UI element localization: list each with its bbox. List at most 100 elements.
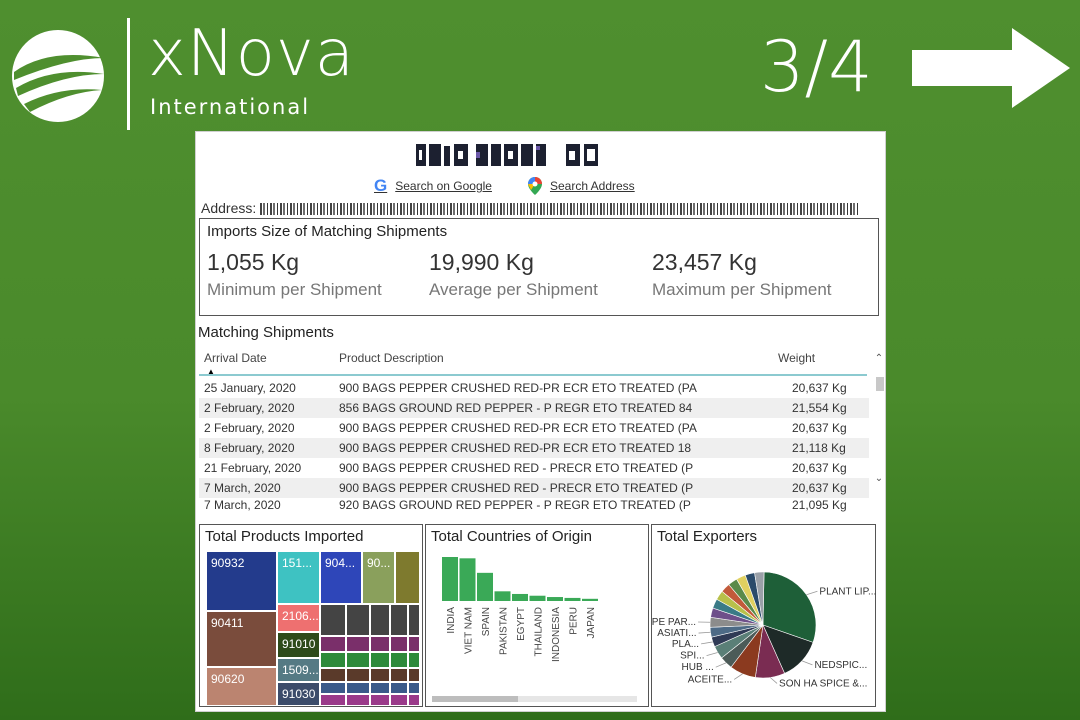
cell-weight: 20,637 Kg — [792, 381, 847, 395]
cell-weight: 20,637 Kg — [792, 461, 847, 475]
table-row[interactable]: 2 February, 2020 856 BAGS GROUND RED PEP… — [199, 398, 869, 418]
exporters-panel: Total Exporters PLANT LIP... NEDSPIC... SO… — [651, 524, 876, 707]
countries-title: Total Countries of Origin — [431, 528, 592, 545]
bar-label: VIET NAM — [464, 607, 475, 654]
kpi-maximum: 23,457 Kg Maximum per Shipment — [652, 249, 832, 300]
search-google-link[interactable]: G Search on Google — [374, 176, 492, 196]
treemap-tile[interactable]: 2106... — [278, 605, 319, 631]
shipments-title: Matching Shipments — [198, 324, 334, 341]
treemap-tile[interactable]: 90932 — [207, 552, 276, 610]
cell-date: 2 February, 2020 — [204, 401, 295, 415]
cell-date: 8 February, 2020 — [204, 441, 295, 455]
pie-label: HUB ... — [682, 662, 714, 673]
bar-peru[interactable] — [564, 597, 581, 601]
bar-viet-nam[interactable] — [459, 558, 476, 601]
cell-product: 900 BAGS PEPPER CRUSHED RED-PR ECR ETO T… — [339, 421, 697, 435]
xnova-logo-icon — [12, 30, 104, 122]
bar-indonesia[interactable] — [547, 597, 563, 601]
treemap-tile[interactable]: 90620 — [207, 668, 276, 705]
cell-weight: 21,554 Kg — [792, 401, 847, 415]
kpi-box: Imports Size of Matching Shipments 1,055… — [199, 218, 879, 316]
pie-leader-line — [706, 652, 718, 656]
treemap-tile[interactable]: 91010 — [278, 633, 319, 657]
bar-pakistan[interactable] — [494, 591, 511, 601]
kpi-title: Imports Size of Matching Shipments — [207, 223, 448, 240]
cell-product: 900 BAGS PEPPER CRUSHED RED - PRECR ETO … — [339, 481, 694, 495]
table-row[interactable]: 25 January, 2020 900 BAGS PEPPER CRUSHED… — [199, 378, 869, 398]
pie-leader-line — [806, 590, 818, 596]
table-row[interactable]: 2 February, 2020 900 BAGS PEPPER CRUSHED… — [199, 418, 869, 438]
report-card: G Search on Google Search Address Addres… — [195, 131, 886, 712]
column-header-arrival-date[interactable]: Arrival Date — [204, 351, 267, 365]
pie-label: PLA... — [672, 639, 699, 650]
bar-label: INDONESIA — [551, 607, 562, 662]
bar-japan[interactable] — [582, 598, 598, 601]
kpi-value: 19,990 Kg — [429, 249, 534, 275]
treemap-tile[interactable]: 1509... — [278, 659, 319, 681]
address-label: Address: — [201, 200, 257, 216]
treemap-tile[interactable] — [396, 552, 419, 603]
treemap-tile[interactable]: 90411 — [207, 612, 276, 666]
scroll-thumb[interactable] — [876, 377, 884, 391]
cell-product: 900 BAGS PEPPER CRUSHED RED-PR ECR ETO T… — [339, 441, 692, 455]
chart-scrollbar[interactable] — [432, 696, 637, 702]
cell-weight: 20,637 Kg — [792, 481, 847, 495]
column-header-product[interactable]: Product Description — [339, 351, 444, 365]
pie-leader-line — [733, 673, 743, 680]
bar-spain[interactable] — [477, 572, 493, 601]
header-divider — [199, 374, 867, 376]
bar-egypt[interactable] — [512, 593, 528, 601]
cell-product: 900 BAGS PEPPER CRUSHED RED-PR ECR ETO T… — [339, 381, 697, 395]
page-counter: 3/4 — [760, 26, 873, 108]
bar-label: PERU — [569, 607, 580, 635]
pie-label: NEDSPIC... — [814, 660, 867, 671]
cell-date: 7 March, 2020 — [204, 481, 281, 495]
cell-weight: 20,637 Kg — [792, 421, 847, 435]
table-row[interactable]: 7 March, 2020 900 BAGS PEPPER CRUSHED RE… — [199, 478, 869, 498]
products-panel: Total Products Imported 90932 151... 904… — [199, 524, 423, 707]
company-name-redacted — [416, 144, 598, 166]
treemap-small-tiles[interactable] — [321, 605, 419, 705]
brand-divider — [127, 18, 130, 130]
column-header-weight[interactable]: Weight — [778, 351, 815, 365]
pie-leader-line — [698, 631, 711, 634]
cell-weight: 21,095 Kg — [792, 498, 847, 512]
map-pin-icon — [527, 177, 542, 195]
scroll-down-icon[interactable]: ⌄ — [873, 473, 885, 485]
search-address-label: Search Address — [549, 179, 635, 193]
kpi-label: Minimum per Shipment — [207, 280, 382, 299]
cell-weight: 21,118 Kg — [792, 441, 846, 455]
kpi-average: 19,990 Kg Average per Shipment — [429, 249, 598, 300]
search-address-link[interactable]: Search Address — [527, 176, 635, 196]
table-row[interactable]: 7 March, 2020 920 BAGS GROUND RED PEPPER… — [199, 498, 869, 512]
treemap-tile[interactable]: 91030 — [278, 683, 319, 705]
next-arrow-icon[interactable] — [912, 28, 1072, 108]
pie-label: IRUPE PAR... — [652, 617, 696, 628]
kpi-label: Maximum per Shipment — [652, 280, 832, 299]
kpi-minimum: 1,055 Kg Minimum per Shipment — [207, 249, 382, 300]
chart-scroll-thumb[interactable] — [432, 696, 518, 702]
cell-date: 21 February, 2020 — [204, 461, 302, 475]
bar-label: SPAIN — [481, 607, 492, 636]
treemap-tile[interactable]: 151... — [278, 552, 319, 603]
table-row[interactable]: 8 February, 2020 900 BAGS PEPPER CRUSHED… — [199, 438, 869, 458]
bar-label: THAILAND — [534, 607, 545, 656]
table-scrollbar[interactable]: ⌃ ⌄ — [873, 349, 885, 489]
cell-date: 2 February, 2020 — [204, 421, 295, 435]
pie-leader-line — [801, 660, 813, 666]
treemap-tile[interactable]: 904... — [321, 552, 361, 603]
scroll-up-icon[interactable]: ⌃ — [873, 353, 885, 365]
countries-bar-chart: INDIA VIET NAM SPAIN PAKISTAN EGYPT THAILAND I… — [442, 557, 598, 662]
treemap-tile[interactable]: 90... — [363, 552, 394, 603]
cell-product: 900 BAGS PEPPER CRUSHED RED - PRECR ETO … — [339, 461, 694, 475]
pie-label: PLANT LIP... — [819, 586, 876, 597]
bar-india[interactable] — [442, 557, 458, 601]
kpi-label: Average per Shipment — [429, 280, 598, 299]
table-row[interactable]: 21 February, 2020 900 BAGS PEPPER CRUSHE… — [199, 458, 869, 478]
brand-name: xNova — [148, 17, 355, 91]
products-title: Total Products Imported — [205, 528, 364, 545]
brand-subtitle: International — [150, 95, 311, 119]
cell-product: 920 BAGS GROUND RED PEPPER - P REGR ETO … — [339, 498, 691, 512]
pie-label: SPI... — [680, 651, 704, 662]
bar-thailand[interactable] — [529, 595, 546, 601]
